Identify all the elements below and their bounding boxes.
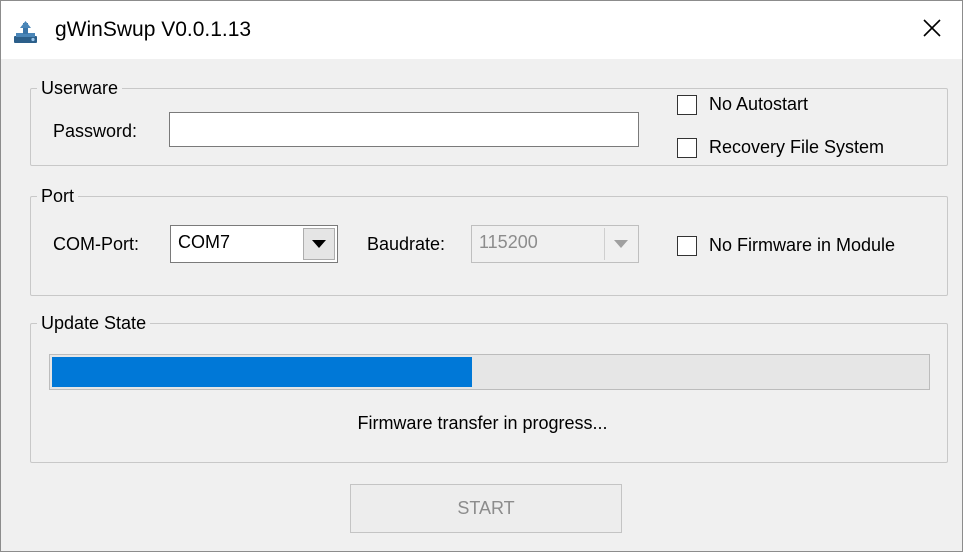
chevron-down-icon bbox=[312, 235, 326, 253]
no-firmware-checkbox[interactable]: No Firmware in Module bbox=[677, 235, 895, 256]
update-state-group-label: Update State bbox=[37, 311, 151, 335]
com-port-label: COM-Port: bbox=[53, 234, 140, 254]
main-window: gWinSwup V0.0.1.13 Userware Password: No… bbox=[0, 0, 963, 552]
recovery-file-system-checkbox[interactable]: Recovery File System bbox=[677, 137, 884, 158]
no-autostart-checkbox[interactable]: No Autostart bbox=[677, 94, 808, 115]
no-firmware-checkbox-box[interactable] bbox=[677, 235, 697, 256]
com-port-dropdown-button[interactable] bbox=[303, 228, 335, 260]
close-icon bbox=[922, 18, 942, 43]
chevron-down-icon bbox=[613, 235, 628, 253]
baudrate-label: Baudrate: bbox=[367, 234, 446, 254]
recovery-file-system-label: Recovery File System bbox=[709, 137, 885, 157]
recovery-file-system-checkbox-box[interactable] bbox=[677, 137, 697, 158]
no-firmware-label: No Firmware in Module bbox=[709, 235, 896, 255]
userware-group-label: Userware bbox=[37, 76, 123, 100]
start-button[interactable]: START bbox=[350, 484, 622, 533]
update-state-group: Update State bbox=[30, 311, 948, 463]
flash-tool-icon bbox=[13, 21, 39, 45]
update-progress-bar bbox=[49, 354, 930, 390]
window-title: gWinSwup V0.0.1.13 bbox=[55, 18, 252, 41]
no-autostart-label: No Autostart bbox=[709, 94, 809, 114]
com-port-select[interactable]: COM7 bbox=[170, 225, 338, 263]
baudrate-value: 115200 bbox=[479, 232, 538, 252]
close-button[interactable] bbox=[902, 1, 962, 59]
baudrate-select: 115200 bbox=[471, 225, 639, 263]
status-text: Firmware transfer in progress... bbox=[357, 413, 608, 433]
password-label: Password: bbox=[53, 121, 138, 141]
com-port-value: COM7 bbox=[178, 232, 231, 252]
progress-fill bbox=[52, 357, 472, 387]
no-autostart-checkbox-box[interactable] bbox=[677, 94, 697, 115]
port-group-label: Port bbox=[37, 184, 79, 208]
baudrate-dropdown-button bbox=[604, 228, 636, 260]
title-bar[interactable]: gWinSwup V0.0.1.13 bbox=[1, 1, 962, 59]
password-input[interactable] bbox=[169, 112, 639, 147]
